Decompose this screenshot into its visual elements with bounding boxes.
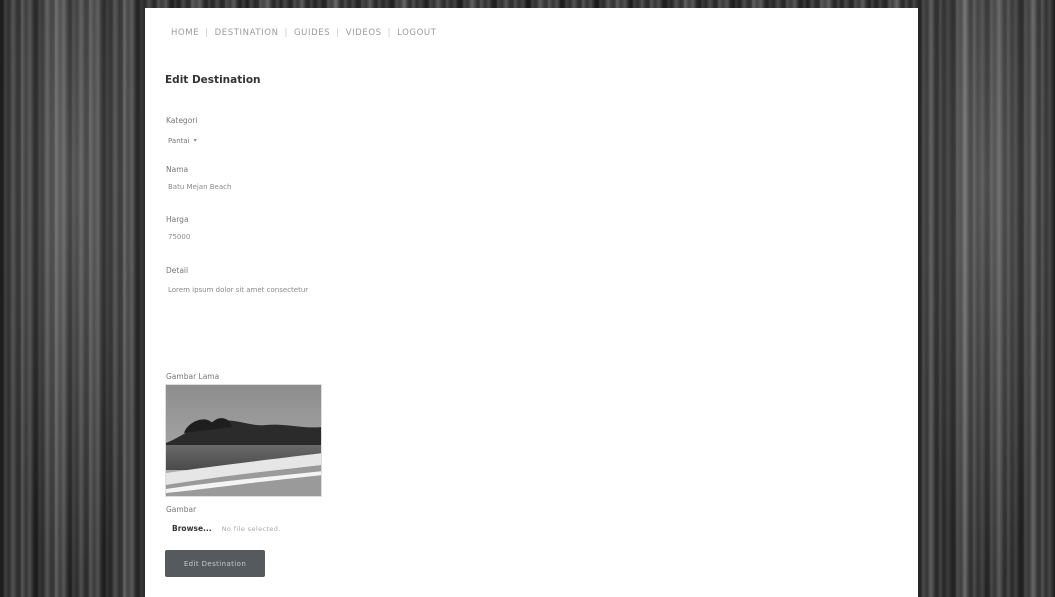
new-image-label: Gambar — [166, 505, 197, 514]
fog-overlay-right — [918, 0, 1055, 597]
beach-photo — [166, 385, 321, 496]
current-destination-image — [165, 384, 322, 497]
fog-overlay-left — [0, 0, 145, 597]
page-title: Edit Destination — [165, 74, 261, 86]
category-label: Kategori — [166, 116, 198, 125]
main-panel: HOME | DESTINATION | GUIDES | VIDEOS | L… — [145, 8, 918, 597]
price-input[interactable]: 75000 — [168, 233, 190, 241]
chevron-down-icon: ▾ — [193, 137, 197, 144]
detail-label: Detail — [166, 266, 189, 275]
nav-logout[interactable]: LOGOUT — [391, 28, 442, 38]
current-image-label: Gambar Lama — [166, 372, 220, 381]
detail-textarea[interactable]: Lorem ipsum dolor sit amet consectetur — [168, 286, 388, 356]
category-selected-value: Pantai — [168, 136, 190, 145]
edit-destination-submit-button[interactable]: Edit Destination — [165, 550, 265, 577]
category-select[interactable]: Pantai ▾ — [165, 134, 215, 147]
price-label: Harga — [166, 215, 189, 224]
top-nav: HOME | DESTINATION | GUIDES | VIDEOS | L… — [165, 28, 443, 38]
name-input[interactable]: Batu Mejan Beach — [168, 183, 231, 191]
file-input[interactable]: Browse... No file selected. — [172, 524, 281, 533]
name-label: Nama — [166, 165, 189, 174]
nav-destination[interactable]: DESTINATION — [209, 28, 285, 38]
file-status-text: No file selected. — [221, 524, 281, 533]
nav-home[interactable]: HOME — [165, 28, 205, 38]
nav-videos[interactable]: VIDEOS — [340, 28, 388, 38]
nav-guides[interactable]: GUIDES — [288, 28, 336, 38]
browse-button[interactable]: Browse... — [172, 524, 212, 533]
